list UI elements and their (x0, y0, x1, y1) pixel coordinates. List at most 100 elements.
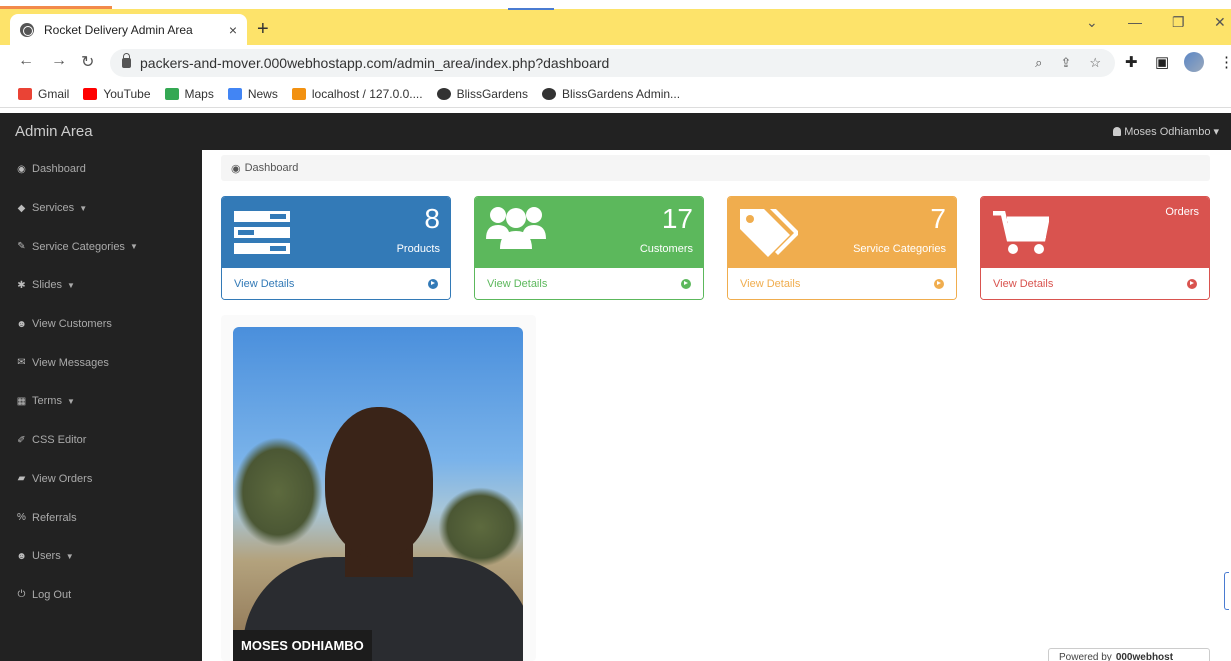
tab-close-icon[interactable]: × (229, 22, 237, 38)
sidebar-item-log-out[interactable]: ⏻ Log Out (0, 576, 202, 615)
bookmark-item[interactable]: News (227, 87, 278, 101)
bookmark-item[interactable]: localhost / 127.0.0.... (291, 87, 423, 101)
user-icon (1113, 127, 1122, 136)
book-icon: ▰ (17, 473, 26, 485)
minimize-icon[interactable]: — (1128, 14, 1142, 30)
sidepanel-icon[interactable]: ▣ (1155, 53, 1169, 71)
back-icon[interactable]: ← (18, 52, 34, 70)
arrow-circle-right-icon (1187, 278, 1197, 289)
sidebar-item-label: Terms (32, 395, 62, 408)
address-bar[interactable]: packers-and-mover.000webhostapp.com/admi… (110, 49, 1115, 77)
panel-heading: 8 Products (222, 197, 450, 268)
list-icon (234, 211, 290, 258)
tags-icon (738, 207, 800, 260)
globe-icon (436, 88, 451, 100)
bookmark-label: Gmail (38, 87, 70, 101)
view-details-link[interactable]: View Details (222, 268, 450, 299)
bookmark-star-icon[interactable]: ☆ (1089, 55, 1101, 71)
view-details-link[interactable]: View Details (728, 268, 956, 299)
panel-label: Orders (1165, 206, 1199, 218)
sidebar-item-dashboard[interactable]: ◉ Dashboard (0, 150, 202, 189)
sidebar-item-referrals[interactable]: % Referrals (0, 498, 202, 537)
news-icon (227, 88, 242, 100)
sidebar-item-view-orders[interactable]: ▰ View Orders (0, 460, 202, 499)
bookmark-item[interactable]: Gmail (18, 87, 69, 101)
stat-panel-products: 8 Products View Details (221, 196, 451, 300)
panel-count: 17 (661, 203, 693, 234)
sidebar-item-services[interactable]: ◆ Services ▼ (0, 189, 202, 228)
caret-down-icon: ▼ (66, 280, 75, 290)
bookmark-label: BlissGardens Admin... (561, 87, 681, 101)
tag-icon: ◆ (17, 202, 26, 214)
powered-by-brand: 000webhost (1115, 651, 1174, 661)
browser-tab-strip: Rocket Delivery Admin Area × + ⌄ — ❐ ✕ (0, 0, 1231, 45)
globe-icon (20, 22, 34, 37)
sidebar-item-css-editor[interactable]: ✐ CSS Editor (0, 421, 202, 460)
view-details-label: View Details (234, 277, 295, 290)
tab-search-icon[interactable]: ⌄ (1086, 14, 1098, 31)
bookmark-item[interactable]: YouTube (83, 87, 151, 101)
brand-link[interactable]: Admin Area (15, 123, 93, 140)
view-details-label: View Details (993, 277, 1054, 290)
sidebar-item-view-customers[interactable]: ☻ View Customers (0, 305, 202, 344)
browser-menu-icon[interactable]: ⋮ (1219, 53, 1231, 71)
envelope-icon: ✉ (17, 357, 26, 369)
bookmark-label: Maps (184, 87, 214, 101)
bookmark-item[interactable]: BlissGardens Admin... (541, 87, 681, 101)
browser-tab[interactable]: Rocket Delivery Admin Area × (10, 14, 247, 45)
lock-icon (122, 53, 131, 68)
forward-icon[interactable]: → (51, 52, 67, 70)
view-details-link[interactable]: View Details (981, 268, 1209, 299)
taskbar-edge (0, 0, 1231, 10)
panel-count: 7 (930, 203, 946, 234)
cart-icon (993, 210, 1051, 258)
dashboard-icon: ◉ (17, 163, 26, 175)
zoom-icon[interactable]: ⌕ (1035, 55, 1042, 71)
arrow-circle-right-icon (934, 278, 944, 289)
globe-icon (541, 88, 556, 100)
power-icon: ⏻ (17, 589, 26, 601)
arrow-circle-right-icon (681, 278, 691, 289)
reload-icon[interactable]: ↻ (81, 52, 94, 72)
sidebar-item-label: Slides (32, 279, 62, 292)
panel-heading: 17 Customers (475, 197, 703, 268)
caret-down-icon: ▼ (65, 551, 74, 561)
stat-panel-orders: Orders View Details (980, 196, 1210, 300)
share-icon[interactable]: ⇪ (1060, 55, 1071, 71)
users-icon (485, 205, 547, 252)
breadcrumb: ◉ Dashboard (221, 155, 1210, 181)
user-menu[interactable]: Moses Odhiambo ▾ (1113, 125, 1219, 138)
bookmark-item[interactable]: BlissGardens (436, 87, 528, 101)
new-tab-button[interactable]: + (257, 18, 269, 41)
sidebar-item-label: Log Out (32, 588, 72, 601)
sidebar-item-view-messages[interactable]: ✉ View Messages (0, 343, 202, 382)
sidebar-item-users[interactable]: ☻ Users ▼ (0, 537, 202, 576)
profile-avatar-icon[interactable] (1184, 52, 1204, 72)
arrow-circle-right-icon (428, 278, 438, 289)
restore-icon[interactable]: ❐ (1172, 14, 1185, 31)
close-window-icon[interactable]: ✕ (1214, 14, 1226, 31)
url-text: packers-and-mover.000webhostapp.com/admi… (140, 55, 610, 71)
panel-count: 8 (424, 203, 440, 234)
sidebar-item-slides[interactable]: ✱ Slides ▼ (0, 266, 202, 305)
youtube-icon (83, 88, 98, 100)
scroll-indicator[interactable] (1224, 572, 1229, 610)
view-details-link[interactable]: View Details (475, 268, 703, 299)
extensions-icon[interactable]: ✚ (1125, 53, 1138, 71)
bookmark-item[interactable]: Maps (164, 87, 214, 101)
panel-label: Service Categories (853, 243, 946, 255)
pencil-icon: ✐ (17, 434, 26, 446)
sidebar-item-terms[interactable]: ▦ Terms ▼ (0, 382, 202, 421)
sidebar-item-label: View Customers (32, 318, 112, 331)
profile-name: MOSES ODHIAMBO (233, 630, 372, 661)
sidebar-item-service-categories[interactable]: ✎ Service Categories ▼ (0, 227, 202, 266)
stat-panel-customers: 17 Customers View Details (474, 196, 704, 300)
panel-heading: Orders (981, 197, 1209, 268)
sidebar-item-label: Service Categories (32, 240, 125, 253)
panel-label: Customers (639, 243, 693, 255)
sidebar: ◉ Dashboard ◆ Services ▼ ✎ Service Categories ▼… (0, 150, 202, 661)
bookmarks-bar: Gmail YouTube Maps News localhost / 127.0.0.… (0, 81, 1231, 108)
powered-by-badge[interactable]: Powered by 000webhost (1048, 648, 1210, 661)
sidebar-item-label: Referrals (32, 511, 77, 524)
sidebar-item-label: View Orders (32, 472, 93, 485)
